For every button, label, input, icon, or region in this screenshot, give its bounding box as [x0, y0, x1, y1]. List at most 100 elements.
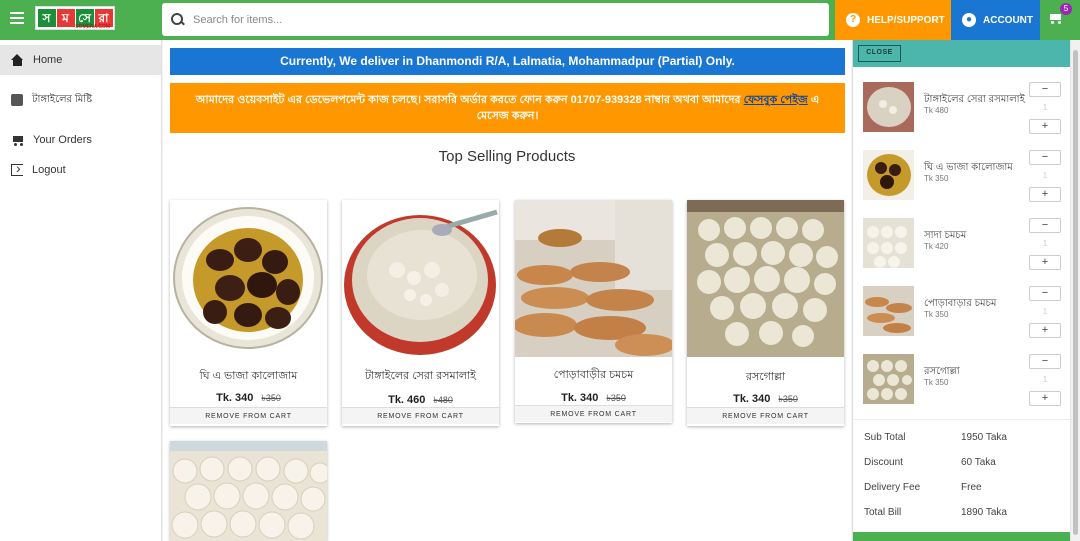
- cart-drawer: CLOSE টাঙ্গাইলের সেরা রসমালাই Tk 480 − 1…: [852, 40, 1071, 541]
- increase-button[interactable]: +: [1029, 187, 1061, 202]
- subtotal-row: Sub Total 1950 Taka: [853, 425, 1071, 450]
- quantity-value[interactable]: 1: [1029, 97, 1061, 119]
- product-price: Tk. 340 ৳350: [170, 391, 327, 406]
- remove-from-cart-button[interactable]: REMOVE FROM CART: [687, 407, 844, 424]
- old-price: ৳350: [606, 393, 626, 403]
- decrease-button[interactable]: −: [1029, 286, 1061, 301]
- product-image[interactable]: [687, 200, 844, 357]
- product-image[interactable]: [170, 441, 327, 541]
- summary-value: 1950 Taka: [961, 432, 1007, 443]
- search-icon[interactable]: [171, 12, 185, 27]
- total-bill-row: Total Bill 1890 Taka: [853, 500, 1071, 525]
- cart-item-price: Tk 350: [924, 378, 949, 387]
- logo-letter: স: [37, 9, 56, 27]
- sidebar-item-home[interactable]: Home: [0, 45, 161, 75]
- logo[interactable]: স ম সে রা SOMERA.COM: [35, 6, 115, 30]
- top-bar: স ম সে রা SOMERA.COM ? HELP/SUPPORT ● AC…: [0, 0, 1080, 40]
- increase-button[interactable]: +: [1029, 391, 1061, 406]
- product-card[interactable]: টাঙ্গাইলের সেরা রসমালাই Tk. 460 ৳480 REMO…: [342, 200, 499, 426]
- help-support-button[interactable]: ? HELP/SUPPORT: [835, 0, 951, 40]
- facebook-page-link[interactable]: ফেসবুক পেইজ: [744, 94, 808, 106]
- quantity-value[interactable]: 1: [1029, 233, 1061, 255]
- product-image[interactable]: [342, 200, 499, 357]
- increase-button[interactable]: +: [1029, 323, 1061, 338]
- section-title: Top Selling Products: [438, 148, 576, 165]
- account-label: ACCOUNT: [983, 14, 1033, 26]
- sidebar-item-tangail-sweets[interactable]: টাঙ্গাইলের মিষ্টি: [0, 85, 161, 115]
- cart-button[interactable]: 5: [1040, 0, 1080, 40]
- cart-item-image: [863, 286, 914, 336]
- remove-from-cart-button[interactable]: REMOVE FROM CART: [515, 405, 672, 422]
- scrollbar[interactable]: [1070, 40, 1080, 541]
- product-card[interactable]: পোড়াবাড়ীর চমচম Tk. 340 ৳350 REMOVE FROM…: [515, 200, 672, 423]
- product-name[interactable]: ঘি এ ভাজা কালোজাম: [170, 367, 327, 386]
- summary-label: Total Bill: [864, 507, 902, 518]
- cart-icon: [1048, 12, 1062, 24]
- account-icon: ●: [962, 13, 976, 27]
- product-image[interactable]: [515, 200, 672, 357]
- summary-label: Delivery Fee: [864, 482, 921, 493]
- summary-value: Free: [961, 482, 982, 493]
- remove-from-cart-button[interactable]: REMOVE FROM CART: [342, 407, 499, 424]
- help-label: HELP/SUPPORT: [867, 14, 945, 26]
- decrease-button[interactable]: −: [1029, 82, 1061, 97]
- current-price: Tk. 460: [388, 394, 426, 406]
- close-cart-button[interactable]: CLOSE: [858, 45, 901, 62]
- quantity-stepper: − 1 +: [1029, 82, 1061, 134]
- discount-row: Discount 60 Taka: [853, 450, 1071, 475]
- decrease-button[interactable]: −: [1029, 150, 1061, 165]
- increase-button[interactable]: +: [1029, 255, 1061, 270]
- decrease-button[interactable]: −: [1029, 354, 1061, 369]
- main-content: Currently, We deliver in Dhanmondi R/A, …: [163, 40, 851, 541]
- quantity-value[interactable]: 1: [1029, 369, 1061, 391]
- product-name[interactable]: পোড়াবাড়ীর চমচম: [515, 366, 672, 385]
- product-price: Tk. 340 ৳350: [515, 391, 672, 406]
- notice-text: আমাদের ওয়েবসাইট এর ডেভেলপমেন্ট কাজ চলছে…: [195, 94, 744, 106]
- account-button[interactable]: ● ACCOUNT: [951, 0, 1040, 40]
- checkout-bar[interactable]: [853, 532, 1071, 541]
- current-price: Tk. 340: [216, 392, 254, 404]
- sidebar: Home টাঙ্গাইলের মিষ্টি Your Orders Logou…: [0, 40, 162, 541]
- current-price: Tk. 340: [561, 392, 599, 404]
- sidebar-item-label: টাঙ্গাইলের মিষ্টি: [32, 93, 93, 105]
- order-summary: Sub Total 1950 Taka Discount 60 Taka Del…: [853, 419, 1071, 525]
- quantity-value[interactable]: 1: [1029, 165, 1061, 187]
- development-notice: আমাদের ওয়েবসাইট এর ডেভেলপমেন্ট কাজ চলছে…: [170, 83, 845, 133]
- logout-icon: [11, 160, 23, 176]
- cart-item: ঘি এ ভাজা কালোজাম Tk 350 − 1 +: [853, 150, 1071, 218]
- delivery-fee-row: Delivery Fee Free: [853, 475, 1071, 500]
- cart-item: পোড়াবাড়ার চমচম Tk 350 − 1 +: [853, 286, 1071, 354]
- quantity-stepper: − 1 +: [1029, 218, 1061, 270]
- quantity-stepper: − 1 +: [1029, 150, 1061, 202]
- product-card[interactable]: রসগোল্লা Tk. 340 ৳350 REMOVE FROM CART: [687, 200, 844, 426]
- increase-button[interactable]: +: [1029, 119, 1061, 134]
- sidebar-item-orders[interactable]: Your Orders: [0, 125, 161, 155]
- search-bar: [162, 3, 829, 36]
- cart-item-image: [863, 150, 914, 200]
- product-card[interactable]: [170, 441, 327, 541]
- sidebar-item-logout[interactable]: Logout: [0, 155, 161, 185]
- logo-subtext: SOMERA.COM: [75, 24, 110, 30]
- cart-item-image: [863, 354, 914, 404]
- scrollbar-thumb[interactable]: [1073, 50, 1078, 535]
- category-icon: [11, 94, 23, 106]
- summary-value: 60 Taka: [961, 457, 996, 468]
- decrease-button[interactable]: −: [1029, 218, 1061, 233]
- cart-item-image: [863, 218, 914, 268]
- product-name[interactable]: টাঙ্গাইলের সেরা রসমালাই: [342, 367, 499, 386]
- cart-icon: [11, 135, 24, 146]
- product-image[interactable]: [170, 200, 327, 357]
- cart-item-price: Tk 350: [924, 310, 949, 319]
- quantity-stepper: − 1 +: [1029, 354, 1061, 406]
- quantity-stepper: − 1 +: [1029, 286, 1061, 338]
- search-input[interactable]: [193, 13, 793, 26]
- remove-from-cart-button[interactable]: REMOVE FROM CART: [170, 407, 327, 424]
- quantity-value[interactable]: 1: [1029, 301, 1061, 323]
- old-price: ৳480: [433, 395, 453, 405]
- menu-icon[interactable]: [10, 12, 24, 24]
- product-name[interactable]: রসগোল্লা: [687, 368, 844, 387]
- product-card[interactable]: ঘি এ ভাজা কালোজাম Tk. 340 ৳350 REMOVE FRO…: [170, 200, 327, 426]
- sidebar-item-label: Your Orders: [33, 134, 92, 146]
- cart-item: রসগোল্লা Tk 350 − 1 +: [853, 354, 1071, 422]
- sidebar-item-label: Logout: [32, 164, 66, 176]
